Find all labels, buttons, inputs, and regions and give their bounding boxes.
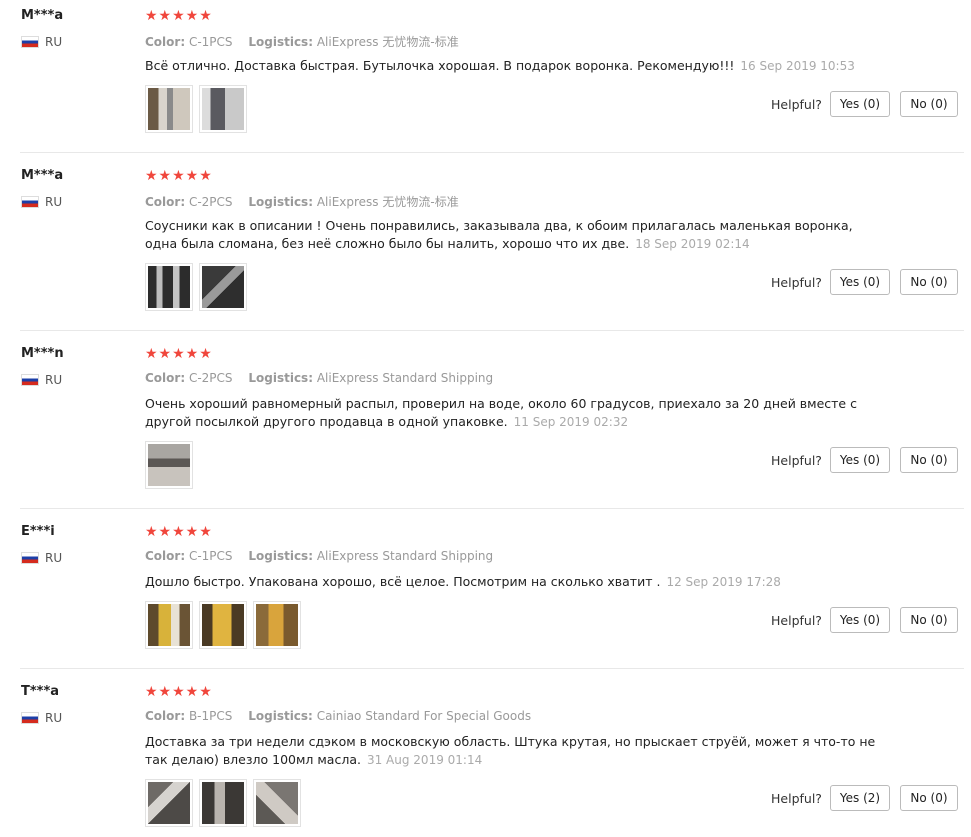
color-value: B-1PCS [188,709,233,723]
logistics-label: Logistics: [248,35,313,49]
reviewer-country: RU [21,373,62,387]
ru-flag-icon [21,36,39,48]
reviewer-country: RU [21,195,62,209]
review-text: Соусники как в описании ! Очень понравил… [145,217,885,253]
review-photos [145,601,307,649]
logistics-label: Logistics: [248,195,313,209]
package-photo-3[interactable] [253,601,301,649]
reviewer-name: M***a [21,8,64,23]
review-divider [20,668,964,669]
review-meta: Color: C-2PCS Logistics: AliExpress Stan… [145,371,493,385]
reviewer-country: RU [21,711,62,725]
bottle-photo-1[interactable] [145,263,193,311]
logistics-value: AliExpress Standard Shipping [316,371,494,385]
star-rating: ★★★★★ [145,168,213,184]
helpful-label: Helpful? [771,275,822,290]
helpful-yes-button[interactable]: Yes (0) [830,91,890,117]
review-date: 11 Sep 2019 02:32 [513,415,629,429]
review-text: Очень хороший равномерный распыл, провер… [145,395,885,431]
color-label: Color: [145,709,186,723]
ru-flag-icon [21,374,39,386]
star-rating: ★★★★★ [145,8,213,24]
review-meta: Color: C-2PCS Logistics: AliExpress 无忧物流… [145,193,459,210]
review-divider [20,330,964,331]
review-date: 16 Sep 2019 10:53 [740,59,855,73]
reviewer-country: RU [21,35,62,49]
sprayer-photo-1[interactable] [145,779,193,827]
review-date: 12 Sep 2019 17:28 [666,575,781,589]
reviewer-name: T***a [21,684,60,699]
helpful-no-button[interactable]: No (0) [900,91,958,117]
sprayer-photo-2[interactable] [199,779,247,827]
bottle-photo-2[interactable] [199,85,247,133]
review-text: Доставка за три недели сдэком в московск… [145,733,885,769]
logistics-value: AliExpress Standard Shipping [316,549,494,563]
helpful-label: Helpful? [771,97,822,112]
logistics-value: AliExpress 无忧物流-标准 [316,195,459,209]
country-code: RU [45,195,63,209]
helpful-label: Helpful? [771,613,822,628]
country-code: RU [45,35,63,49]
funnel-photo-2[interactable] [199,263,247,311]
star-rating: ★★★★★ [145,684,213,700]
logistics-label: Logistics: [248,549,313,563]
review-body: Очень хороший равномерный распыл, провер… [145,396,857,429]
helpful-no-button[interactable]: No (0) [900,785,958,811]
review-text: Всё отлично. Доставка быстрая. Бутылочка… [145,57,885,75]
review-body: Дошло быстро. Упакована хорошо, всё цело… [145,574,661,589]
country-code: RU [45,373,63,387]
review-meta: Color: B-1PCS Logistics: Cainiao Standar… [145,709,531,723]
review-photos [145,85,253,133]
reviewer-country: RU [21,551,62,565]
review-body: Всё отлично. Доставка быстрая. Бутылочка… [145,58,735,73]
ru-flag-icon [21,552,39,564]
color-value: C-2PCS [188,371,233,385]
color-label: Color: [145,371,186,385]
star-rating: ★★★★★ [145,346,213,362]
color-value: C-1PCS [188,549,233,563]
logistics-label: Logistics: [248,371,313,385]
review-photos [145,779,307,827]
reviewer-name: M***n [21,346,64,361]
ru-flag-icon [21,712,39,724]
helpful-yes-button[interactable]: Yes (0) [830,447,890,473]
review-meta: Color: C-1PCS Logistics: AliExpress Stan… [145,549,493,563]
ru-flag-icon [21,196,39,208]
review-date: 31 Aug 2019 01:14 [366,753,483,767]
package-photo-2[interactable] [199,601,247,649]
review-body: Доставка за три недели сдэком в московск… [145,734,876,767]
review-date: 18 Sep 2019 02:14 [635,237,750,251]
country-code: RU [45,551,63,565]
reviewer-name: M***a [21,168,64,183]
review-text: Дошло быстро. Упакована хорошо, всё цело… [145,573,885,591]
color-label: Color: [145,35,186,49]
helpful-no-button[interactable]: No (0) [900,607,958,633]
color-value: C-1PCS [188,35,233,49]
color-value: C-2PCS [188,195,233,209]
spray-photo-1[interactable] [145,441,193,489]
helpful-yes-button[interactable]: Yes (0) [830,607,890,633]
helpful-label: Helpful? [771,791,822,806]
logistics-value: Cainiao Standard For Special Goods [316,709,532,723]
country-code: RU [45,711,63,725]
review-divider [20,152,964,153]
bottle-photo-1[interactable] [145,85,193,133]
reviewer-name: E***i [21,524,55,539]
logistics-value: AliExpress 无忧物流-标准 [316,35,459,49]
helpful-label: Helpful? [771,453,822,468]
review-divider [20,508,964,509]
helpful-no-button[interactable]: No (0) [900,447,958,473]
color-label: Color: [145,549,186,563]
star-rating: ★★★★★ [145,524,213,540]
helpful-yes-button[interactable]: Yes (2) [830,785,890,811]
helpful-no-button[interactable]: No (0) [900,269,958,295]
package-photo-1[interactable] [145,601,193,649]
review-photos [145,441,199,489]
sprayer-photo-3[interactable] [253,779,301,827]
review-photos [145,263,253,311]
color-label: Color: [145,195,186,209]
review-meta: Color: C-1PCS Logistics: AliExpress 无忧物流… [145,33,459,50]
helpful-yes-button[interactable]: Yes (0) [830,269,890,295]
logistics-label: Logistics: [248,709,313,723]
